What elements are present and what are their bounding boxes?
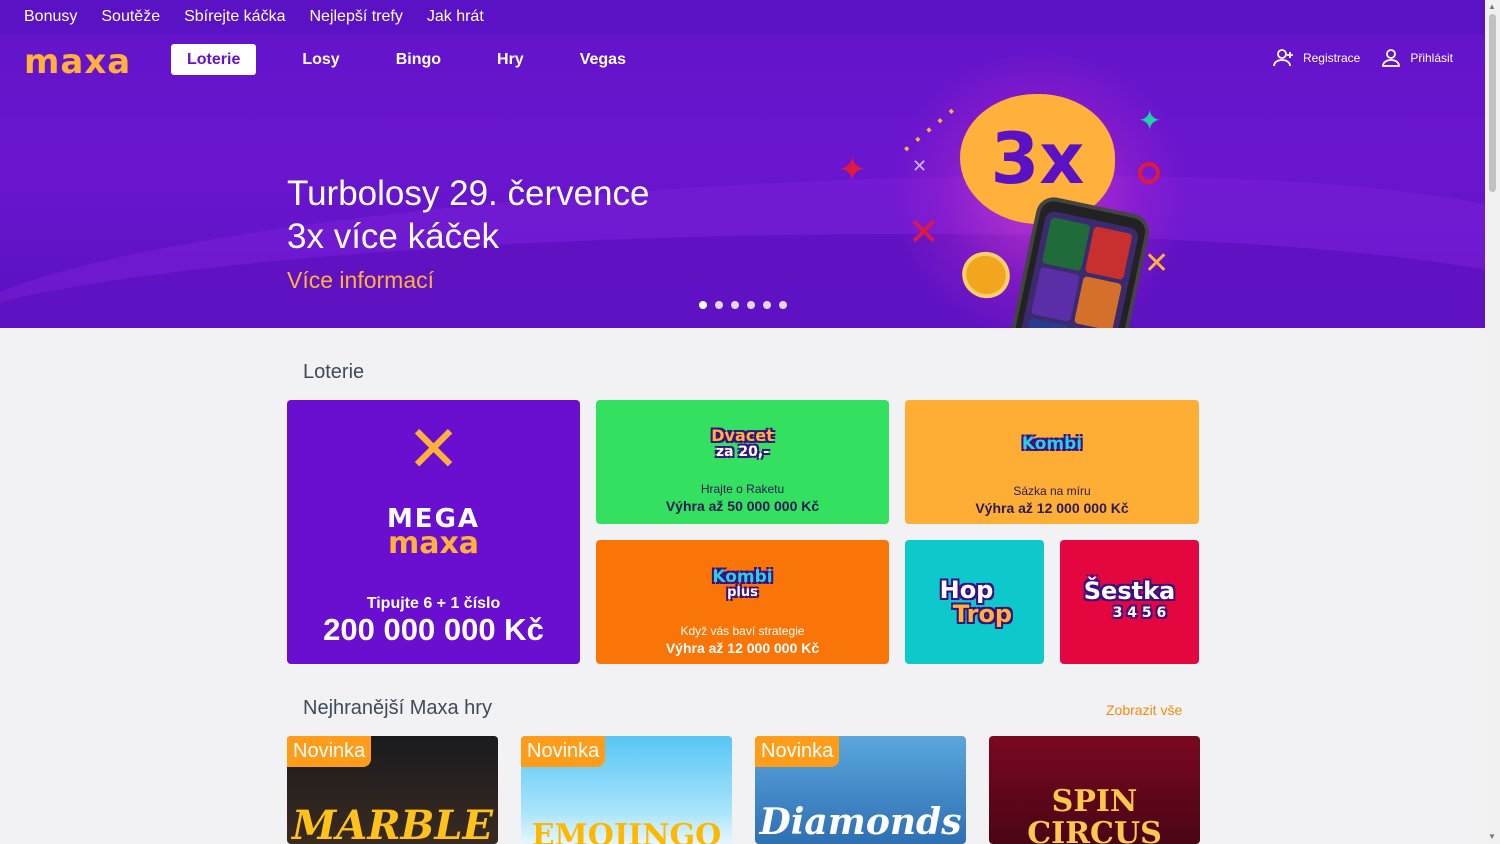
- novinka-badge: Novinka: [521, 736, 606, 767]
- sestka-logo: Šestka 3 4 5 6: [1083, 577, 1176, 621]
- topbar-link-jak-hrat[interactable]: Jak hrát: [427, 8, 484, 26]
- hero-title: Turbolosy 29. července 3x více káček: [287, 174, 650, 256]
- game-card-spin-circus[interactable]: SPIN CIRCUS: [989, 736, 1200, 844]
- card-sestka[interactable]: Šestka 3 4 5 6: [1060, 540, 1199, 664]
- scrollbar-thumb[interactable]: [1489, 14, 1496, 192]
- account-links: Registrace Přihlásit: [1273, 48, 1453, 68]
- novinka-badge: Novinka: [755, 736, 840, 767]
- card-mega-maxa[interactable]: ✕ MEGA maxa Tipujte 6 + 1 číslo 200 000 …: [287, 400, 580, 664]
- login-button[interactable]: Přihlásit: [1380, 48, 1453, 68]
- game-card-emojingo[interactable]: EMOJINGO Novinka: [521, 736, 732, 844]
- tab-losy[interactable]: Losy: [280, 44, 355, 75]
- sparkle-icon: ✦: [838, 150, 867, 190]
- kombi-logo: Kombi: [1021, 434, 1083, 454]
- sparkle-icon: ✕: [912, 156, 928, 177]
- slider-dots: [699, 301, 787, 309]
- mega-win: 200 000 000 Kč: [323, 612, 544, 647]
- user-icon: [1382, 49, 1401, 67]
- sparkle-icon: ✦: [1138, 104, 1162, 137]
- tab-vegas[interactable]: Vegas: [564, 44, 642, 75]
- utility-bar: Bonusy Soutěže Sbírejte káčka Nejlepší t…: [0, 0, 1485, 34]
- topbar-link-bonusy[interactable]: Bonusy: [24, 8, 77, 26]
- login-label: Přihlásit: [1410, 51, 1453, 65]
- mega-sub: Tipujte 6 + 1 číslo: [366, 595, 501, 612]
- section-title-loterie: Loterie: [303, 361, 365, 383]
- register-label: Registrace: [1302, 51, 1361, 65]
- tab-hry[interactable]: Hry: [481, 44, 540, 75]
- show-all-link[interactable]: Zobrazit vše: [1106, 702, 1182, 718]
- ring-icon: [1138, 162, 1160, 184]
- card-dvacet[interactable]: Dvacet za 20,- Hrajte o Raketu Výhra až …: [596, 400, 889, 524]
- game-card-marble[interactable]: MARBLE Novinka: [287, 736, 498, 844]
- scroll-down-icon[interactable]: ▼: [1488, 832, 1496, 841]
- hero-banner: maxa Loterie Losy Bingo Hry Vegas Regist…: [0, 34, 1485, 328]
- sparkle-icon: ✕: [908, 210, 940, 254]
- novinka-badge: Novinka: [287, 736, 372, 767]
- slide-dot[interactable]: [715, 301, 723, 309]
- card-kombi-plus[interactable]: Kombi plus Když vás baví strategie Výhra…: [596, 540, 889, 664]
- slide-dot[interactable]: [731, 301, 739, 309]
- add-user-icon: [1273, 49, 1293, 67]
- slide-dot[interactable]: [699, 301, 707, 309]
- slide-dot[interactable]: [779, 301, 787, 309]
- register-button[interactable]: Registrace: [1273, 48, 1360, 68]
- hero-more-info-link[interactable]: Více informací: [287, 267, 434, 294]
- maxa-logo[interactable]: maxa: [24, 42, 131, 82]
- scroll-up-icon[interactable]: ▲: [1488, 2, 1496, 11]
- dvacet-logo: Dvacet za 20,-: [711, 426, 774, 461]
- slide-dot[interactable]: [747, 301, 755, 309]
- card-kombi[interactable]: Kombi Sázka na míru Výhra až 12 000 000 …: [905, 400, 1199, 524]
- sparkle-icon: ✕: [1144, 246, 1170, 281]
- game-card-diamonds[interactable]: Diamonds Novinka: [755, 736, 966, 844]
- topbar-link-trefy[interactable]: Nejlepší trefy: [309, 8, 402, 26]
- topbar-link-kacka[interactable]: Sbírejte káčka: [184, 8, 285, 26]
- tab-bingo[interactable]: Bingo: [380, 44, 457, 75]
- topbar-link-souteze[interactable]: Soutěže: [101, 8, 160, 26]
- page-scrollbar[interactable]: ▲ ▼: [1485, 0, 1500, 844]
- kombi-plus-logo: Kombi plus: [712, 567, 773, 601]
- hop-trop-logo: Hop Trop: [939, 576, 1013, 628]
- main-nav: Loterie Losy Bingo Hry Vegas: [171, 44, 666, 75]
- mega-maxa-x-icon: ✕: [406, 413, 461, 487]
- tab-loterie[interactable]: Loterie: [171, 44, 257, 75]
- card-hop-trop[interactable]: Hop Trop: [905, 540, 1044, 664]
- slide-dot[interactable]: [763, 301, 771, 309]
- section-title-popular: Nejhranější Maxa hry: [303, 697, 492, 719]
